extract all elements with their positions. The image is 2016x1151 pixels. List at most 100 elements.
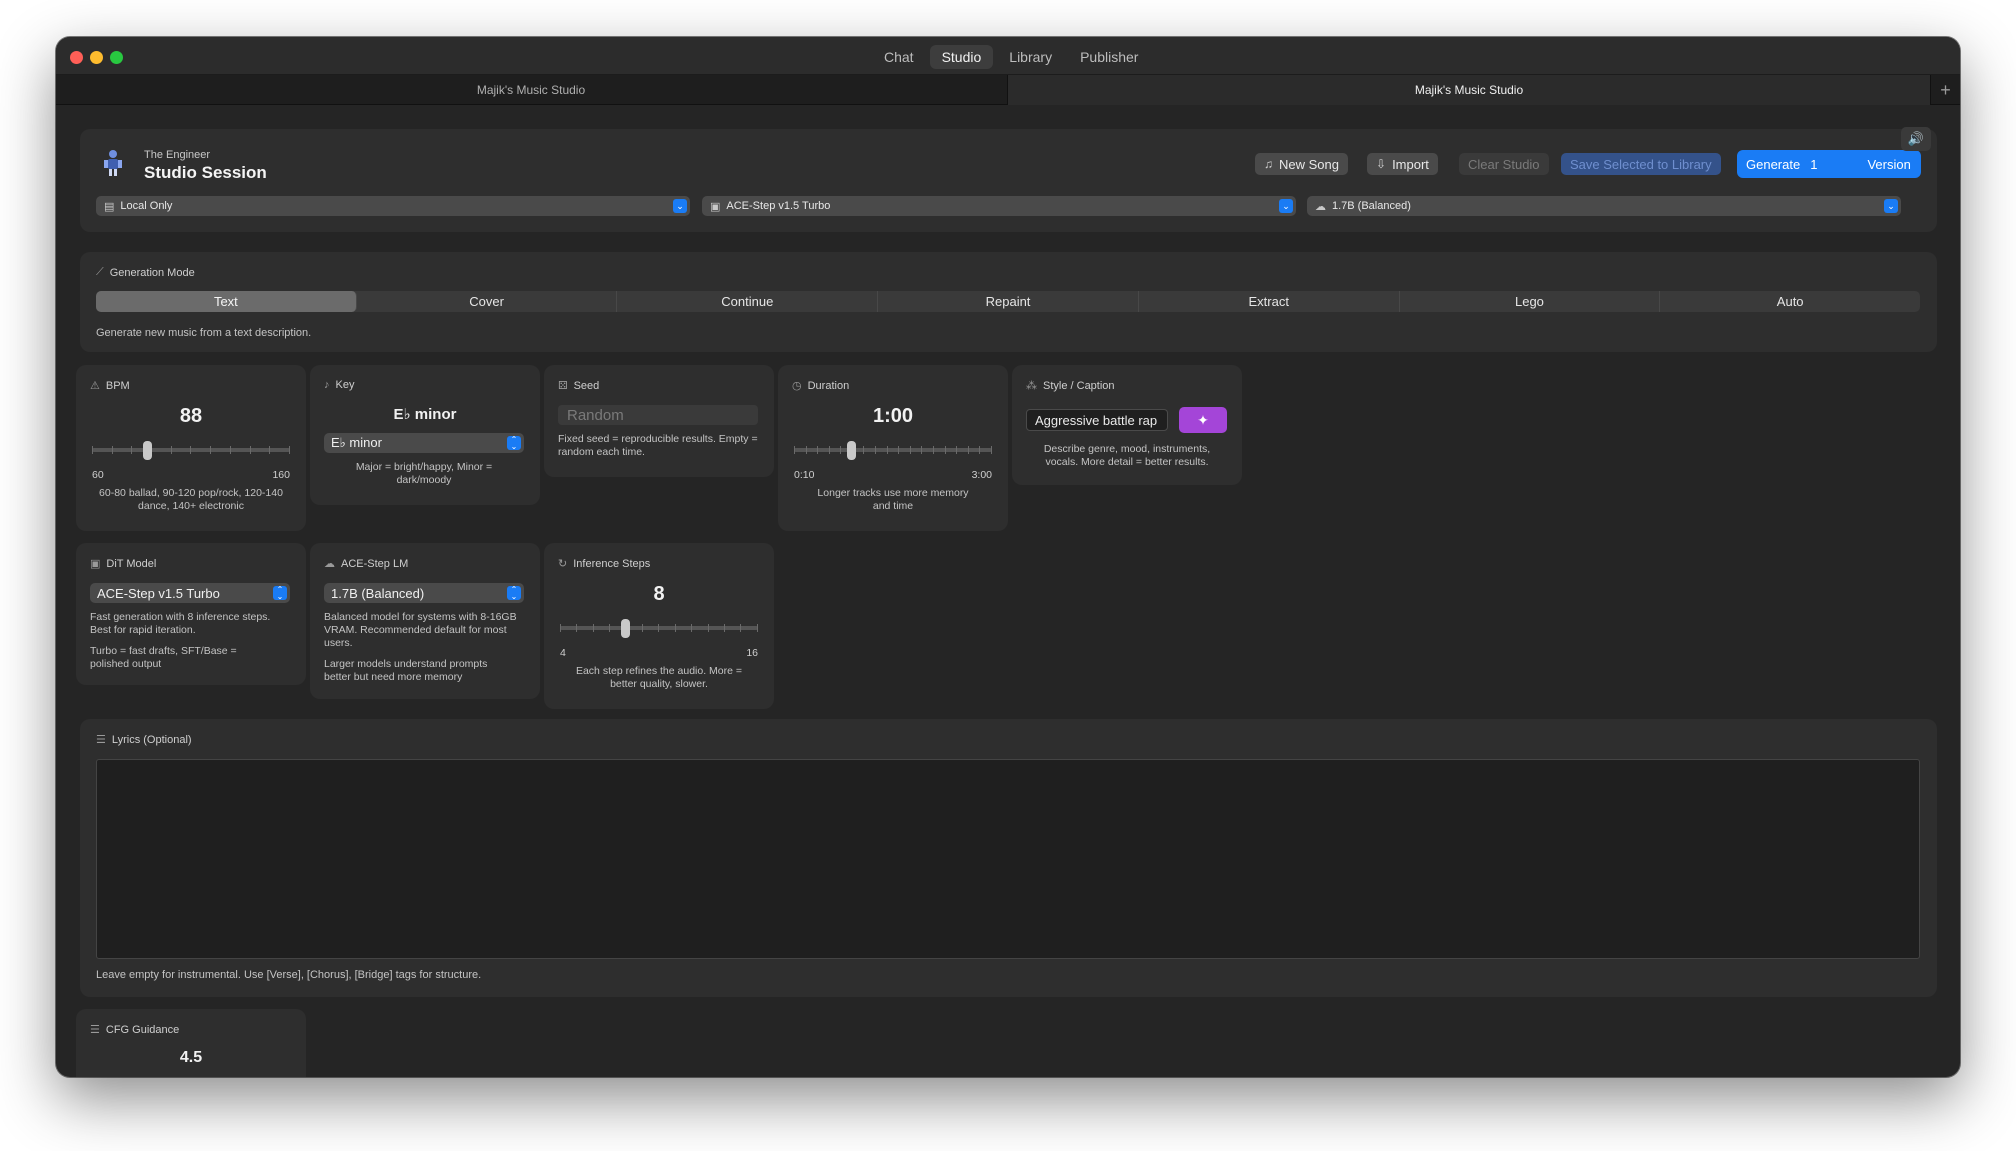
nav-studio[interactable]: Studio (929, 45, 994, 69)
mode-repaint[interactable]: Repaint (878, 291, 1139, 312)
bpm-card: ⚠ BPM 88 60 160 60-80 ballad, 90-120 pop… (76, 365, 306, 531)
generate-suffix: Version (1867, 156, 1911, 172)
bpm-value: 88 (179, 405, 203, 427)
bpm-slider-ticks (92, 446, 290, 456)
import-button[interactable]: ⇩ Import (1367, 153, 1438, 175)
metronome-icon: ⚠ (90, 380, 100, 392)
close-window-button[interactable] (70, 51, 83, 64)
sparkle-icon: ⁂ (1026, 380, 1037, 392)
mode-extract[interactable]: Extract (1139, 291, 1400, 312)
mode-text[interactable]: Text (96, 291, 357, 312)
dit-label: ▣ DiT Model (90, 557, 157, 571)
mode-description: Generate new music from a text descripti… (96, 327, 312, 339)
chevron-updown-icon: ⌃ ⌄ (507, 586, 521, 601)
style-input[interactable]: Aggressive battle rap (1026, 409, 1168, 431)
style-note: Describe genre, mood, instruments, vocal… (1043, 443, 1211, 468)
speaker-icon[interactable]: 🔊 (1901, 127, 1931, 151)
generation-mode-panel: ⟋ Generation Mode Text Cover Continue Re… (80, 252, 1937, 352)
lm-dropdown[interactable]: ☁ 1.7B (Balanced) ⌄ (1307, 196, 1901, 216)
chip-icon: ▣ (710, 200, 721, 213)
key-select[interactable]: E♭ minor ⌃ ⌄ (324, 433, 524, 453)
steps-slider-ticks (560, 624, 758, 634)
steps-slider-thumb[interactable] (621, 619, 631, 638)
key-label: ♪ Key (324, 379, 354, 391)
main-nav: Chat Studio Library Publisher (872, 45, 1150, 69)
mode-cover[interactable]: Cover (357, 291, 618, 312)
storage-dropdown[interactable]: ▤ Local Only ⌄ (96, 196, 690, 216)
engineer-avatar-icon (102, 147, 128, 177)
tab-studio-active[interactable]: Majik's Music Studio (1007, 75, 1930, 105)
key-label-text: Key (335, 379, 355, 391)
lm-label: ☁ ACE-Step LM (324, 557, 409, 571)
new-song-label: New Song (1279, 156, 1339, 172)
nav-publisher[interactable]: Publisher (1068, 45, 1150, 69)
bpm-label-text: BPM (105, 379, 130, 392)
new-song-button[interactable]: ♫ New Song (1255, 153, 1348, 175)
duration-max: 3:00 (971, 469, 992, 481)
lm-select[interactable]: 1.7B (Balanced) ⌃ ⌄ (324, 583, 524, 603)
cfg-card: ☰ CFG Guidance 4.5 (76, 1009, 306, 1077)
mode-lego[interactable]: Lego (1400, 291, 1661, 312)
dit-select-value: ACE-Step v1.5 Turbo (97, 585, 220, 601)
bpm-note: 60-80 ballad, 90-120 pop/rock, 120-140 d… (99, 487, 283, 512)
tab-bar: Majik's Music Studio Majik's Music Studi… (56, 75, 1960, 105)
mode-auto[interactable]: Auto (1660, 291, 1920, 312)
model-dropdown[interactable]: ▣ ACE-Step v1.5 Turbo ⌄ (702, 196, 1296, 216)
lm-select-value: 1.7B (Balanced) (331, 585, 425, 601)
lyrics-panel: ☰ Lyrics (Optional) Leave empty for inst… (80, 719, 1937, 997)
lyrics-label-text: Lyrics (Optional) (111, 733, 192, 746)
chevron-updown-icon: ⌃ ⌄ (273, 586, 287, 601)
chevron-down-icon: ⌄ (1884, 199, 1898, 213)
dit-select[interactable]: ACE-Step v1.5 Turbo ⌃ ⌄ (90, 583, 290, 603)
steps-label: ↻ Inference Steps (558, 557, 651, 571)
nav-chat[interactable]: Chat (872, 45, 926, 69)
clear-studio-button[interactable]: Clear Studio (1459, 153, 1549, 175)
mode-continue[interactable]: Continue (617, 291, 879, 312)
text-lines-icon: ☰ (96, 734, 106, 746)
seed-note: Fixed seed = reproducible results. Empty… (558, 433, 758, 458)
tab-studio-left[interactable]: Majik's Music Studio (56, 75, 1006, 105)
seed-card: ⚄ Seed Random Fixed seed = reproducible … (544, 365, 774, 477)
lyrics-textarea[interactable] (96, 759, 1920, 959)
cfg-label: ☰ CFG Guidance (90, 1023, 179, 1037)
dit-label-text: DiT Model (106, 557, 157, 570)
save-to-library-button[interactable]: Save Selected to Library (1561, 153, 1721, 175)
nav-library[interactable]: Library (997, 45, 1064, 69)
seed-input[interactable]: Random (558, 405, 758, 425)
chevron-down-icon: ⌄ (1279, 199, 1293, 213)
duration-card: ◷ Duration 1:00 0:10 3:00 Longer tracks … (778, 365, 1008, 531)
cfg-value: 4.5 (179, 1049, 203, 1066)
music-note-plus-icon: ♫ (1264, 157, 1273, 171)
new-tab-button[interactable]: + (1930, 75, 1960, 105)
generation-mode-selector: Text Cover Continue Repaint Extract Lego… (96, 291, 1920, 312)
steps-max: 16 (746, 647, 758, 659)
minimize-window-button[interactable] (90, 51, 103, 64)
import-label: Import (1392, 156, 1429, 172)
style-card: ⁂ Style / Caption Aggressive battle rap … (1012, 365, 1242, 485)
duration-note: Longer tracks use more memory and time (817, 487, 969, 512)
zoom-window-button[interactable] (110, 51, 123, 64)
steps-value: 8 (653, 583, 665, 605)
bpm-slider-thumb[interactable] (143, 441, 153, 460)
dit-model-card: ▣ DiT Model ACE-Step v1.5 Turbo ⌃ ⌄ Fast … (76, 543, 306, 685)
duration-min: 0:10 (794, 469, 815, 481)
chevron-updown-icon: ⌃ ⌄ (507, 436, 521, 451)
seed-label: ⚄ Seed (558, 379, 599, 393)
generate-button[interactable]: Generate 1 Version (1737, 150, 1921, 178)
steps-min: 4 (560, 647, 566, 659)
duration-slider-ticks (794, 446, 992, 456)
generate-count[interactable]: 1 (1810, 157, 1817, 172)
lm-value: 1.7B (Balanced) (1332, 200, 1411, 212)
duration-label-text: Duration (807, 379, 850, 392)
chip-icon: ▣ (90, 558, 101, 570)
duration-slider-thumb[interactable] (847, 441, 857, 460)
brain-icon: ☁ (1315, 200, 1326, 213)
dice-icon: ⚄ (558, 380, 568, 392)
style-label: ⁂ Style / Caption (1026, 379, 1115, 393)
title-bar: Chat Studio Library Publisher (56, 37, 1960, 75)
brain-icon: ☁ (324, 558, 335, 570)
lm-label-text: ACE-Step LM (341, 557, 409, 570)
storage-icon: ▤ (104, 200, 115, 213)
steps-label-text: Inference Steps (573, 557, 651, 570)
enhance-style-button[interactable]: ✦ (1179, 407, 1227, 433)
